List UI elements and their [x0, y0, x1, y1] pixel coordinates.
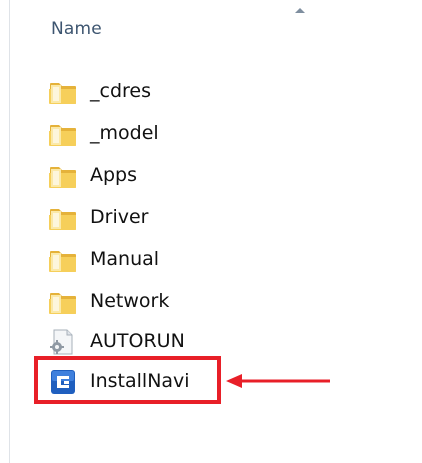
file-item-label: Manual [90, 248, 160, 270]
file-item-manual[interactable]: Manual [48, 245, 298, 275]
folder-icon [49, 125, 76, 146]
file-item-label: _model [90, 122, 159, 144]
file-item-network[interactable]: Network [48, 287, 298, 317]
file-item-apps[interactable]: Apps [48, 161, 298, 191]
annotation-arrow-icon [226, 374, 330, 388]
file-item-driver[interactable]: Driver [48, 203, 298, 233]
file-item-label: AUTORUN [90, 330, 185, 352]
file-item-model[interactable]: _model [48, 119, 298, 149]
folder-icon [49, 251, 76, 272]
folder-icon [49, 209, 76, 230]
file-explorer-pane: Name _cdres _model Apps Driver Manual Ne… [0, 0, 422, 463]
folder-icon [49, 293, 76, 314]
folder-icon [49, 167, 76, 188]
settings-file-icon [50, 329, 73, 355]
file-item-label: Network [90, 290, 170, 312]
file-item-label: Apps [90, 164, 138, 186]
file-item-cdres[interactable]: _cdres [48, 77, 298, 107]
file-item-autorun[interactable]: AUTORUN [48, 327, 298, 357]
file-item-label: Driver [90, 206, 149, 228]
file-item-label: _cdres [90, 80, 151, 102]
annotation-highlight-box [34, 356, 221, 404]
folder-icon [49, 83, 76, 104]
